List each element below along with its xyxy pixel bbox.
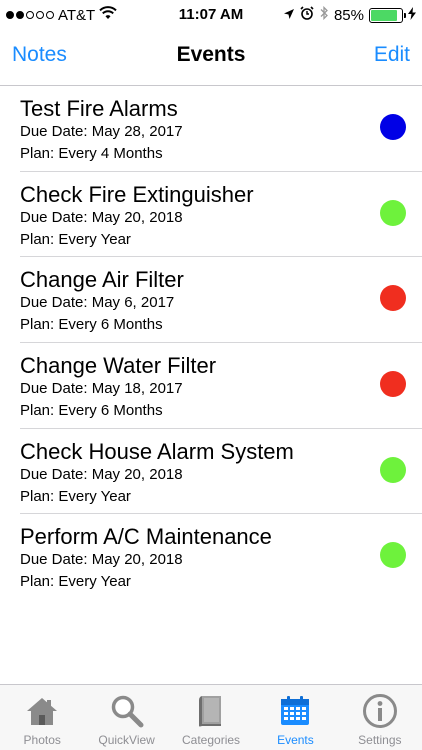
event-plan: Plan: Every 6 Months [20, 316, 163, 334]
event-plan: Plan: Every Year [20, 573, 131, 591]
tab-label: Events [277, 733, 314, 747]
event-title: Change Water Filter [20, 353, 217, 379]
tab-photos[interactable]: Photos [0, 685, 84, 750]
battery-percent: 85% [333, 6, 364, 24]
tab-bar: Photos QuickView Categories Events Setti… [0, 684, 422, 750]
info-icon [362, 693, 398, 729]
event-plan: Plan: Every 4 Months [20, 145, 163, 162]
charging-bolt-icon [408, 6, 416, 24]
list-item[interactable]: Change Air Filter Due Date: May 6, 2017 … [20, 257, 422, 344]
tab-label: Photos [23, 733, 61, 747]
edit-button[interactable]: Edit [374, 43, 410, 67]
event-title: Test Fire Alarms [20, 96, 178, 121]
tab-events[interactable]: Events [253, 685, 337, 750]
tab-settings[interactable]: Settings [338, 685, 422, 750]
event-due-date: Due Date: May 28, 2017 [20, 123, 183, 140]
status-right: 85% [283, 5, 416, 24]
alarm-clock-icon [300, 6, 314, 24]
event-due-date: Due Date: May 6, 2017 [20, 294, 175, 312]
event-plan: Plan: Every Year [20, 230, 131, 248]
magnifier-icon [109, 693, 145, 729]
list-item[interactable]: Perform A/C Maintenance Due Date: May 20… [20, 514, 422, 600]
house-icon [24, 693, 60, 729]
tab-quickview[interactable]: QuickView [84, 685, 168, 750]
status-indicator [380, 114, 406, 140]
tab-label: QuickView [98, 733, 155, 747]
event-title: Change Air Filter [20, 267, 184, 293]
event-due-date: Due Date: May 20, 2018 [20, 465, 183, 483]
events-list: Test Fire Alarms Due Date: May 28, 2017 … [0, 86, 422, 600]
event-plan: Plan: Every Year [20, 487, 131, 505]
status-indicator [380, 285, 406, 312]
status-indicator [380, 371, 406, 398]
event-title: Check Fire Extinguisher [20, 181, 254, 207]
status-indicator [380, 542, 406, 569]
bluetooth-icon [319, 5, 329, 24]
tab-label: Settings [358, 733, 402, 747]
event-title: Perform A/C Maintenance [20, 524, 272, 550]
list-item[interactable]: Change Water Filter Due Date: May 18, 20… [20, 343, 422, 429]
event-due-date: Due Date: May 20, 2018 [20, 551, 183, 569]
list-item[interactable]: Check Fire Extinguisher Due Date: May 20… [20, 172, 422, 258]
event-plan: Plan: Every 6 Months [20, 402, 163, 420]
page-title: Events [176, 43, 246, 66]
event-title: Check House Alarm System [20, 438, 294, 464]
list-item[interactable]: Test Fire Alarms Due Date: May 28, 2017 … [20, 86, 422, 172]
status-bar: AT&T 11:07 AM 85% [0, 0, 422, 30]
status-indicator [380, 199, 406, 226]
event-due-date: Due Date: May 20, 2018 [20, 208, 183, 226]
event-due-date: Due Date: May 18, 2017 [20, 380, 183, 398]
book-icon [193, 693, 229, 729]
battery-icon [369, 7, 406, 23]
list-item[interactable]: Check House Alarm System Due Date: May 2… [20, 429, 422, 515]
navigation-bar: Notes Events Edit [0, 30, 422, 86]
tab-categories[interactable]: Categories [169, 685, 253, 750]
status-indicator [380, 456, 406, 483]
tab-label: Categories [182, 733, 241, 747]
calendar-icon [277, 693, 313, 729]
location-arrow-icon [283, 7, 295, 24]
